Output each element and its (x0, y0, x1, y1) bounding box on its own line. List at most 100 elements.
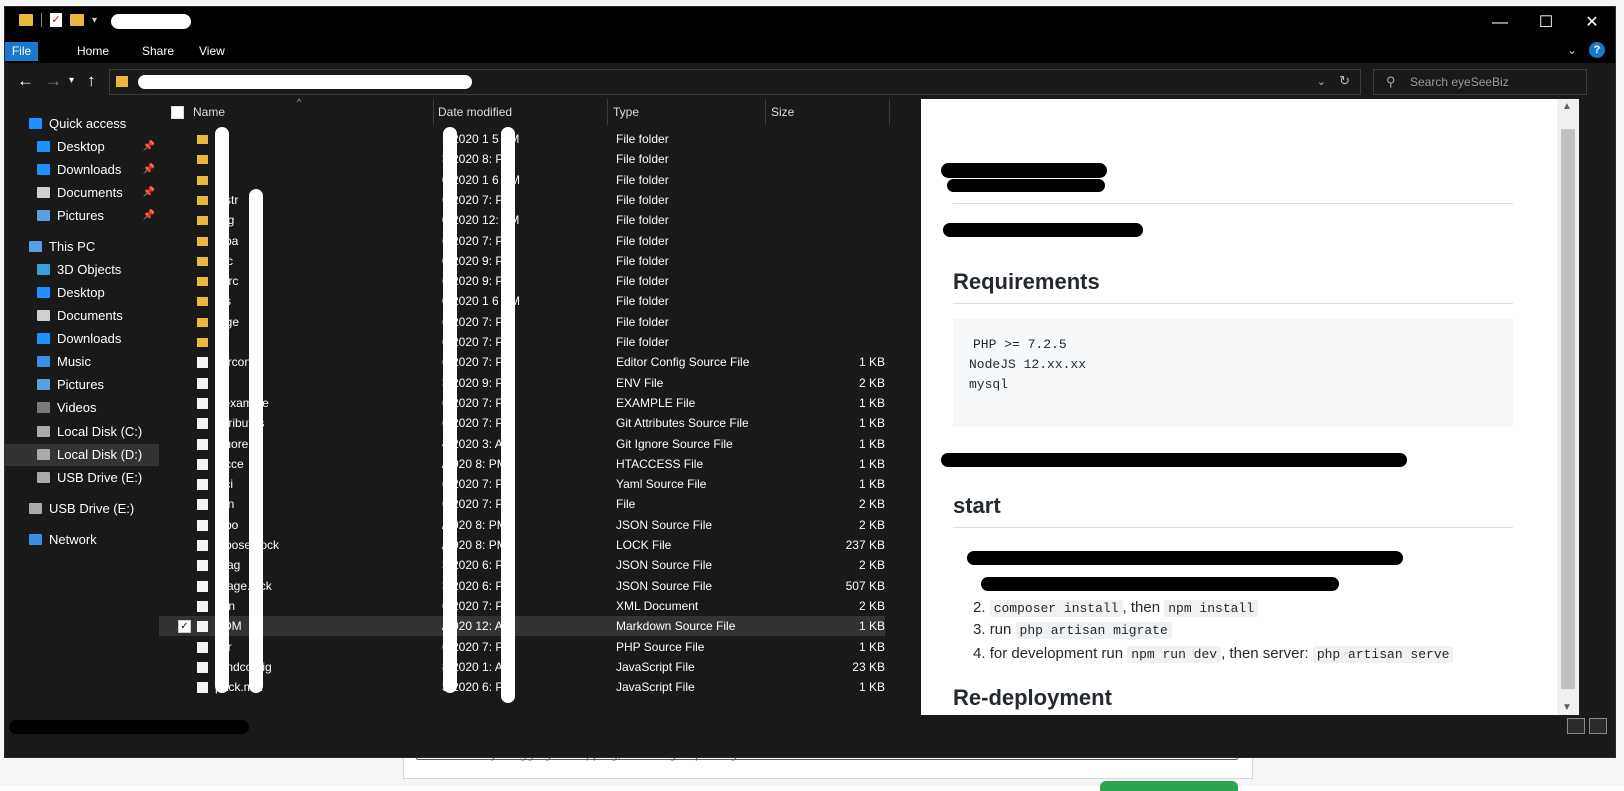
file-type: PHP Source File (616, 639, 705, 654)
file-icon (197, 479, 208, 491)
submit-button-edge[interactable] (1100, 781, 1238, 791)
tab-home[interactable]: Home (67, 42, 119, 61)
tab-share[interactable]: Share (132, 42, 184, 61)
file-row[interactable]: ignore 4/2020 3: AM Git Ignore Source File… (159, 434, 885, 454)
quick-access-toolbar: ✓ ▾ (19, 13, 97, 27)
file-row[interactable]: leci6/2020 7: PMYaml Source File1 KB (159, 474, 885, 494)
nav-item-label: 3D Objects (57, 262, 122, 277)
file-row[interactable]: v3/2020 9: PMENV File2 KB (159, 373, 885, 393)
address-bar[interactable]: ⌄ ↻ (109, 69, 1361, 95)
file-row[interactable]: oun6/2020 7: PMXML Document2 KB (159, 596, 885, 616)
divider[interactable] (433, 99, 434, 125)
details-view-icon[interactable] (1567, 718, 1585, 734)
column-size[interactable]: Size (771, 105, 794, 119)
minimize-button[interactable]: — (1477, 7, 1523, 39)
nav-item[interactable]: Documents 📌 (5, 182, 159, 204)
recent-locations-icon[interactable]: ▾ (69, 75, 74, 86)
scroll-down-icon[interactable]: ▼ (1562, 702, 1572, 713)
nav-item[interactable]: Pictures (5, 374, 159, 396)
list-item: 3. run php artisan migrate (973, 621, 1172, 639)
nav-item[interactable]: This PC (5, 236, 159, 258)
nav-item-label: Pictures (57, 377, 104, 392)
refresh-icon[interactable]: ↻ (1339, 73, 1350, 89)
pin-icon[interactable]: 📌 (143, 205, 155, 227)
nav-item[interactable]: Videos (5, 397, 159, 419)
file-row[interactable]: itorconfig 6/2020 7: PM Editor Config Sour… (159, 352, 885, 372)
nav-item[interactable]: Quick access (5, 113, 159, 135)
nav-item[interactable]: Local Disk (D:) (5, 444, 159, 466)
list-number: 2. (973, 599, 986, 616)
file-row[interactable]: ea3/2020 8: PMFile folder (159, 149, 885, 169)
nav-item[interactable]: Desktop 📌 (5, 136, 159, 158)
preview-scrollbar[interactable]: ▲ ▼ (1557, 99, 1579, 715)
redaction-mark (501, 127, 515, 703)
file-row[interactable]: ✓ADM/2020 12: AMMarkdown Source File1 KB (159, 616, 885, 637)
pin-icon[interactable]: 📌 (143, 159, 155, 181)
nav-item[interactable]: Network (5, 529, 159, 551)
file-row[interactable]: ver6/2020 7: PMPHP Source File1 KB (159, 637, 885, 657)
file-row[interactable]: tes0/2020 1 6 PMFile folder (159, 291, 885, 311)
nav-item[interactable]: Documents (5, 305, 159, 327)
file-row[interactable]: ts6/2020 7: PMFile folder (159, 332, 885, 352)
nav-item[interactable]: 3D Objects (5, 259, 159, 281)
nav-item[interactable]: Music (5, 351, 159, 373)
column-type[interactable]: Type (613, 105, 639, 119)
file-row[interactable]: tacce/2020 8: PM HTACCESS File 1 KB (159, 454, 885, 474)
close-button[interactable]: ✕ (1569, 7, 1615, 39)
file-row[interactable]: p0/2020 1 6 PMFile folder (159, 170, 885, 190)
forward-icon[interactable]: → (45, 71, 62, 91)
column-date[interactable]: Date modified (438, 105, 512, 119)
file-size: 1 KB (858, 355, 885, 370)
file-row[interactable]: ckage.lock 3/2020 6: PM JSON Source File 50… (159, 576, 885, 596)
new-folder-icon[interactable] (70, 14, 84, 26)
divider[interactable] (607, 99, 608, 125)
tab-file[interactable]: File (5, 42, 38, 61)
file-row[interactable]: mposer.lock/2020 8: PM LOCK File 237 KB (159, 535, 885, 555)
nav-item[interactable]: Local Disk (C:) (5, 421, 159, 443)
back-icon[interactable]: ← (17, 71, 34, 91)
file-row[interactable]: taba6/2020 7: PMFile folder (159, 231, 885, 251)
redaction-mark (941, 163, 1107, 178)
divider[interactable] (765, 99, 766, 125)
help-icon[interactable]: ? (1589, 42, 1605, 58)
file-row[interactable]: mpo/2020 8: PMJSON Source File2 KB (159, 515, 885, 535)
divider[interactable] (889, 99, 890, 125)
videos-icon (37, 402, 50, 413)
customize-toolbar-icon[interactable]: ▾ (92, 15, 97, 26)
nav-item[interactable]: USB Drive (E:) (5, 467, 159, 489)
file-row[interactable]: 1/2020 1 5 AM File folder (159, 129, 885, 149)
column-name[interactable]: Name (193, 105, 225, 119)
large-icons-view-icon[interactable] (1589, 718, 1607, 734)
pin-icon[interactable]: 📌 (143, 136, 155, 158)
chevron-down-icon[interactable]: ⌄ (1317, 75, 1326, 88)
network-icon (29, 534, 42, 545)
file-row[interactable]: otstr6/2020 7: PMFile folder (159, 190, 885, 210)
file-row[interactable]: pack.mix 3/2020 6: PM JavaScript File 1 KB (159, 677, 885, 697)
nav-item[interactable]: USB Drive (E:) (5, 498, 159, 520)
file-row[interactable]: v.example 6/2020 7: PM EXAMPLE File 1 KB (159, 393, 885, 413)
nav-item[interactable]: Downloads 📌 (5, 159, 159, 181)
nav-item[interactable]: Pictures 📌 (5, 205, 159, 227)
row-checkbox[interactable]: ✓ (178, 620, 191, 634)
pin-icon[interactable]: 📌 (143, 182, 155, 204)
nav-item[interactable]: Desktop (5, 282, 159, 304)
properties-icon[interactable]: ✓ (50, 13, 62, 27)
nav-item[interactable]: Downloads (5, 328, 159, 350)
tab-view[interactable]: View (189, 42, 235, 61)
file-row[interactable]: windconfig 8/2020 1: AM JavaScript File 23 … (159, 657, 885, 677)
file-row[interactable]: ourc6/2020 9: PMFile folder (159, 271, 885, 291)
select-all-checkbox[interactable] (171, 106, 184, 119)
file-row[interactable]: ckag3/2020 6: PMJSON Source File2 KB (159, 555, 885, 575)
scroll-up-icon[interactable]: ▲ (1562, 101, 1572, 112)
file-row[interactable]: blic0/2020 9: PMFile folder (159, 251, 885, 271)
nav-item-label: Desktop (57, 285, 105, 300)
file-row[interactable]: attributes 6/2020 7: PM Git Attributes Sou… (159, 413, 885, 433)
file-row[interactable]: nfig0/2020 12: AMFile folder (159, 210, 885, 230)
file-row[interactable]: san6/2020 7: PMFile2 KB (159, 494, 885, 514)
expand-ribbon-icon[interactable]: ⌄ (1567, 43, 1577, 57)
search-box[interactable]: ⚲ Search eyeSeeBiz (1373, 69, 1587, 95)
maximize-button[interactable]: ☐ (1523, 7, 1569, 39)
file-row[interactable]: rage6/2020 7: PMFile folder (159, 312, 885, 332)
up-icon[interactable]: ↑ (87, 71, 96, 91)
scroll-thumb[interactable] (1561, 129, 1575, 689)
